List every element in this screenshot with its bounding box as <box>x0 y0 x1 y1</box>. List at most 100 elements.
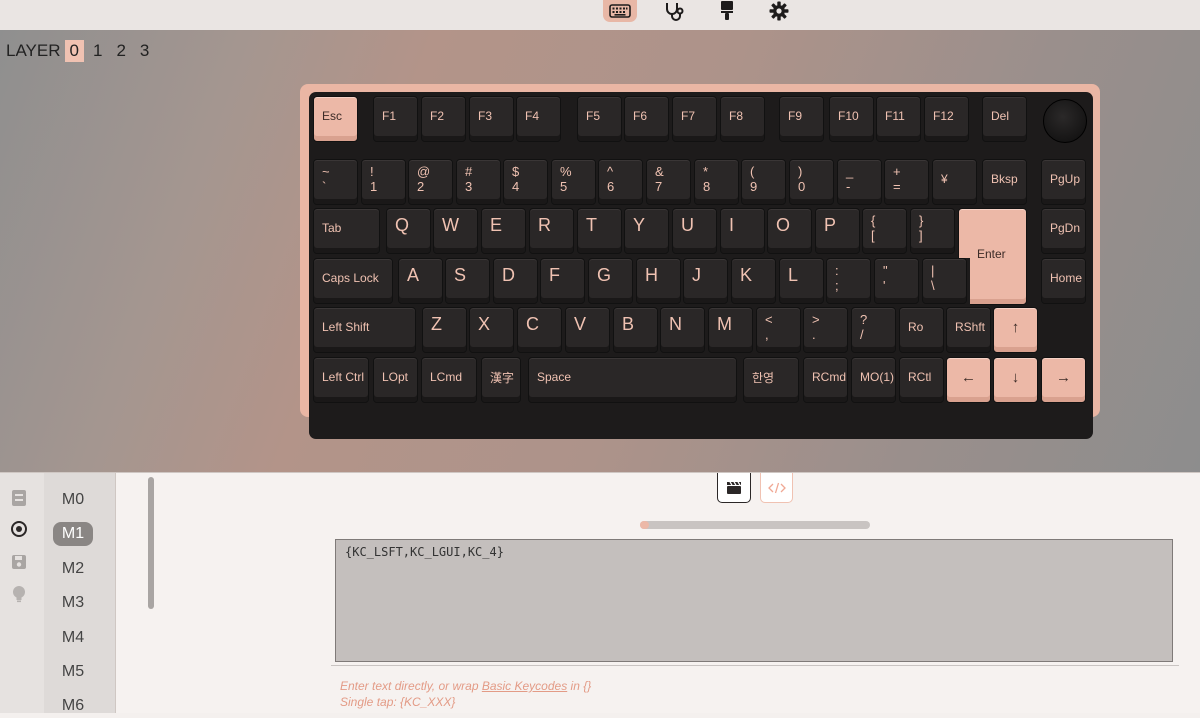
key-f3[interactable]: F3 <box>469 96 514 142</box>
key-s[interactable]: S <box>445 258 490 304</box>
macro-list-scrollbar[interactable] <box>148 477 154 609</box>
key--[interactable]: _ - <box>837 159 882 205</box>
key-8[interactable]: * 8 <box>694 159 739 205</box>
key-h[interactable]: H <box>636 258 681 304</box>
key-7[interactable]: & 7 <box>646 159 691 205</box>
key-pgup[interactable]: PgUp <box>1041 159 1086 205</box>
macro-item-m2[interactable]: M2 <box>53 557 93 581</box>
test-tab[interactable] <box>657 0 691 22</box>
key-3[interactable]: #3 <box>456 159 501 205</box>
design-tab[interactable] <box>710 0 744 22</box>
key-f6[interactable]: F6 <box>624 96 669 142</box>
key-f7[interactable]: F7 <box>672 96 717 142</box>
keycodes-icon[interactable] <box>10 489 28 507</box>
key-b[interactable]: B <box>613 307 658 353</box>
key-漢字[interactable]: 漢字 <box>481 357 521 403</box>
key-z[interactable]: Z <box>422 307 467 353</box>
layer-2[interactable]: 2 <box>111 40 130 62</box>
key-한영[interactable]: 한영 <box>743 357 799 403</box>
key-o[interactable]: O <box>767 208 812 254</box>
key-\[interactable]: | \ <box>922 258 967 304</box>
key-↑[interactable]: ↑ <box>993 307 1038 353</box>
key-'[interactable]: " ' <box>874 258 919 304</box>
macro-item-m3[interactable]: M3 <box>53 591 93 615</box>
key-left-ctrl[interactable]: Left Ctrl <box>313 357 369 403</box>
key-del[interactable]: Del <box>982 96 1027 142</box>
key-e[interactable]: E <box>481 208 526 254</box>
key-f5[interactable]: F5 <box>577 96 622 142</box>
key-,[interactable]: <, <box>756 307 801 353</box>
macro-item-m6[interactable]: M6 <box>53 694 93 718</box>
key-r[interactable]: R <box>529 208 574 254</box>
key-ro[interactable]: Ro <box>899 307 944 353</box>
key-¥[interactable]: ¥ <box>932 159 977 205</box>
key-5[interactable]: % 5 <box>551 159 596 205</box>
key-m[interactable]: M <box>708 307 753 353</box>
macro-item-m1[interactable]: M1 <box>53 522 93 546</box>
macro-item-m4[interactable]: M4 <box>53 626 93 650</box>
key-space[interactable]: Space <box>528 357 737 403</box>
key-f12[interactable]: F12 <box>924 96 969 142</box>
save-icon[interactable] <box>10 553 28 571</box>
key-v[interactable]: V <box>565 307 610 353</box>
script-mode-button[interactable] <box>760 473 793 503</box>
key-enter[interactable]: Enter <box>958 208 1027 307</box>
key-rcmd[interactable]: RCmd <box>803 357 848 403</box>
key-a[interactable]: A <box>398 258 443 304</box>
key-k[interactable]: K <box>731 258 776 304</box>
key-4[interactable]: $4 <box>503 159 548 205</box>
key-9[interactable]: (9 <box>741 159 786 205</box>
key-f8[interactable]: F8 <box>720 96 765 142</box>
key-pgdn[interactable]: PgDn <box>1041 208 1086 254</box>
key-1[interactable]: ! 1 <box>361 159 406 205</box>
key-f1[interactable]: F1 <box>373 96 418 142</box>
key-f10[interactable]: F10 <box>829 96 874 142</box>
key-f[interactable]: F <box>540 258 585 304</box>
rotary-knob[interactable] <box>1043 99 1087 143</box>
macro-icon[interactable] <box>10 520 28 538</box>
recorder-mode-button[interactable] <box>717 473 751 503</box>
lightbulb-icon[interactable] <box>10 585 28 603</box>
key-rshft[interactable]: RShft <box>946 307 991 353</box>
key-caps-lock[interactable]: Caps Lock <box>313 258 393 304</box>
key-6[interactable]: ^ 6 <box>598 159 643 205</box>
key-u[interactable]: U <box>672 208 717 254</box>
key-rctl[interactable]: RCtl <box>899 357 944 403</box>
key-f4[interactable]: F4 <box>516 96 561 142</box>
key-→[interactable]: → <box>1041 357 1086 403</box>
key-p[interactable]: P <box>815 208 860 254</box>
configure-tab[interactable] <box>603 0 637 22</box>
key-/[interactable]: ? / <box>851 307 896 353</box>
layer-1[interactable]: 1 <box>88 40 107 62</box>
key-c[interactable]: C <box>517 307 562 353</box>
key-esc[interactable]: Esc <box>313 96 358 142</box>
layer-3[interactable]: 3 <box>135 40 154 62</box>
key-[[interactable]: {[ <box>862 208 907 254</box>
key-i[interactable]: I <box>720 208 765 254</box>
key-2[interactable]: @2 <box>408 159 453 205</box>
key-q[interactable]: Q <box>386 208 431 254</box>
macro-item-m5[interactable]: M5 <box>53 660 93 684</box>
key-f9[interactable]: F9 <box>779 96 824 142</box>
key-y[interactable]: Y <box>624 208 669 254</box>
key-.[interactable]: >. <box>803 307 848 353</box>
key-lcmd[interactable]: LCmd <box>421 357 477 403</box>
key-g[interactable]: G <box>588 258 633 304</box>
macro-text-input[interactable] <box>335 539 1173 662</box>
basic-keycodes-link[interactable]: Basic Keycodes <box>482 679 567 693</box>
macro-item-m0[interactable]: M0 <box>53 488 93 512</box>
layer-0[interactable]: 0 <box>64 40 84 62</box>
key-j[interactable]: J <box>683 258 728 304</box>
key-x[interactable]: X <box>469 307 514 353</box>
key-t[interactable]: T <box>577 208 622 254</box>
key-←[interactable]: ← <box>946 357 991 403</box>
settings-tab[interactable] <box>762 0 796 22</box>
key-0[interactable]: ) 0 <box>789 159 834 205</box>
key-↓[interactable]: ↓ <box>993 357 1038 403</box>
key-d[interactable]: D <box>493 258 538 304</box>
key-mo(1)[interactable]: MO(1) <box>851 357 896 403</box>
key-`[interactable]: ~ ` <box>313 159 358 205</box>
key-n[interactable]: N <box>660 307 705 353</box>
key-w[interactable]: W <box>433 208 478 254</box>
key-left-shift[interactable]: Left Shift <box>313 307 416 353</box>
